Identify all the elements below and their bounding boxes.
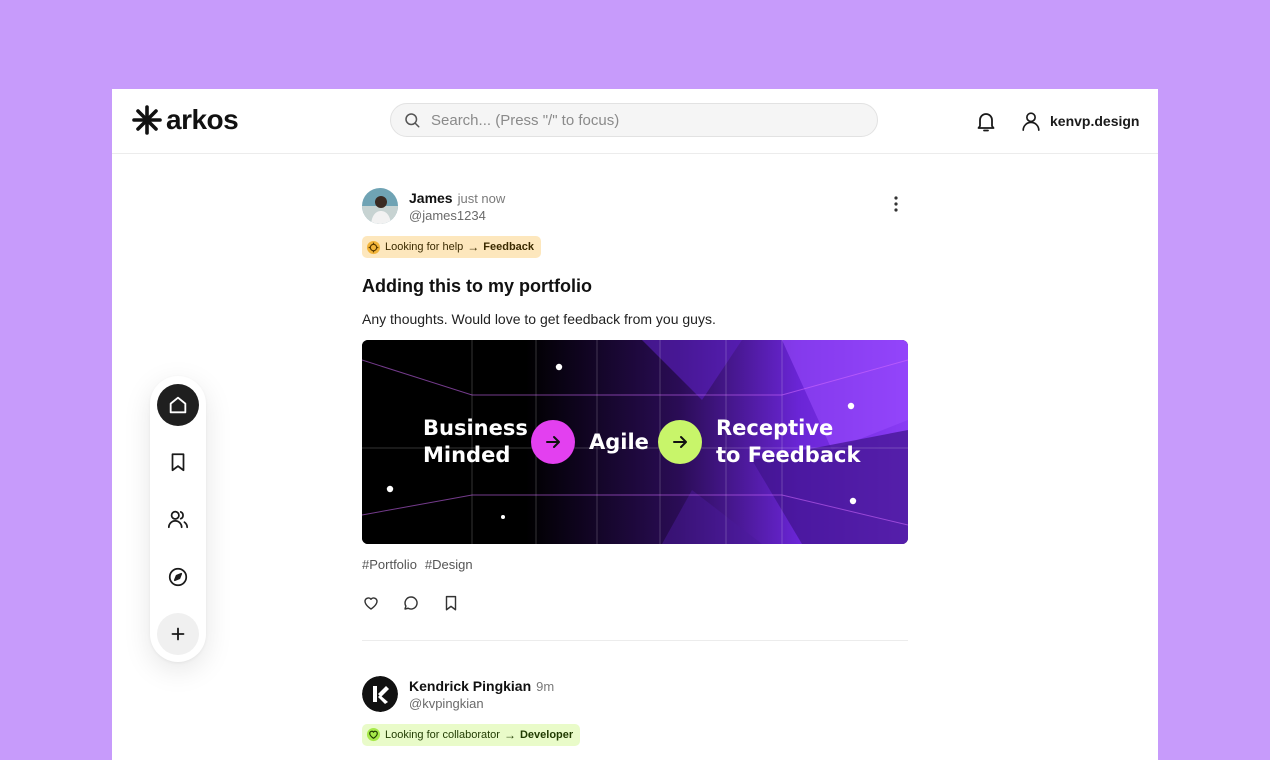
bell-icon[interactable]: [974, 109, 998, 133]
arrow-right-icon: [658, 419, 702, 464]
tag-target: Developer: [519, 728, 574, 741]
hashtag[interactable]: #Design: [425, 557, 473, 572]
author-name[interactable]: James: [409, 190, 453, 206]
post-time: 9m: [536, 678, 555, 694]
post: Kendrick Pingkian 9m @kvpingkian Looking …: [362, 675, 908, 748]
author-name[interactable]: Kendrick Pingkian: [409, 678, 531, 694]
search-icon: [405, 113, 420, 128]
hashtags: #Portfolio #Design: [362, 557, 908, 572]
banner-step-2: Agile: [589, 429, 649, 454]
author-line: James just now: [409, 190, 505, 206]
heart-handshake-icon: [366, 727, 381, 742]
post-time: just now: [457, 191, 506, 206]
post-divider: [362, 639, 908, 641]
post-tag[interactable]: Looking for collaborator → Developer: [362, 723, 581, 746]
author-handle: @james1234: [409, 208, 486, 223]
hashtag[interactable]: #Portfolio: [362, 557, 417, 572]
author-line: Kendrick Pingkian 9m: [409, 678, 554, 694]
bookmark-icon: [171, 453, 185, 472]
nav-add-button[interactable]: [157, 613, 199, 655]
search-input[interactable]: [429, 110, 853, 130]
banner-step-1-line-1: Business: [423, 415, 528, 440]
post-tag[interactable]: Looking for help → Feedback: [362, 236, 542, 258]
avatar[interactable]: [362, 675, 398, 712]
post-image[interactable]: Business Minded Agile Receptive to Feedb…: [362, 339, 908, 544]
nav-bookmarks-button[interactable]: [157, 441, 199, 483]
app-window: arkos kenvp.design: [112, 89, 1158, 760]
tag-label: Looking for collaborator: [385, 728, 500, 741]
user-menu[interactable]: kenvp.design: [1020, 107, 1139, 135]
arrow-right-icon: →: [467, 240, 480, 254]
post: James just now @james1234 Looking for hel…: [362, 188, 908, 641]
banner-step-1: Business Minded: [423, 415, 528, 469]
more-options-icon[interactable]: [886, 192, 906, 216]
post-actions: [362, 594, 908, 614]
author-handle: @kvpingkian: [409, 695, 484, 711]
avatar[interactable]: [362, 188, 398, 224]
home-icon: [169, 396, 187, 414]
top-bar: arkos kenvp.design: [112, 89, 1158, 154]
arrow-right-icon: →: [503, 727, 516, 742]
post-header: James just now @james1234: [362, 188, 908, 228]
banner-step-1-line-2: Minded: [423, 442, 511, 467]
post-body: Any thoughts. Would love to get feedback…: [362, 310, 716, 327]
logo[interactable]: arkos: [132, 103, 239, 137]
bookmark-icon[interactable]: [442, 594, 460, 612]
tag-target: Feedback: [483, 241, 535, 253]
banner-step-3-line-2: to Feedback: [716, 442, 861, 467]
nav-explore-button[interactable]: [157, 556, 199, 598]
logo-text: arkos: [166, 104, 239, 135]
search-bar[interactable]: [390, 103, 878, 137]
banner-step-3: Receptive to Feedback: [716, 415, 860, 469]
banner-step-3-line-1: Receptive: [716, 415, 834, 440]
target-icon: [366, 240, 381, 254]
feed: James just now @james1234 Looking for hel…: [362, 153, 908, 747]
tag-label: Looking for help: [385, 241, 464, 253]
nav-people-button[interactable]: [157, 498, 199, 540]
compass-icon: [168, 567, 188, 587]
heart-icon[interactable]: [362, 594, 380, 612]
nav-home-button[interactable]: [157, 384, 199, 426]
comment-icon[interactable]: [402, 594, 420, 612]
asterisk-logo-icon: [132, 105, 162, 135]
user-icon: [1022, 112, 1040, 131]
arrow-right-icon: [531, 419, 575, 464]
post-title[interactable]: Adding this to my portfolio: [362, 276, 908, 297]
username: kenvp.design: [1050, 113, 1140, 129]
plus-icon: [171, 627, 185, 641]
people-icon: [167, 510, 189, 529]
post-header: Kendrick Pingkian 9m @kvpingkian: [362, 675, 908, 716]
side-nav: [150, 376, 206, 662]
